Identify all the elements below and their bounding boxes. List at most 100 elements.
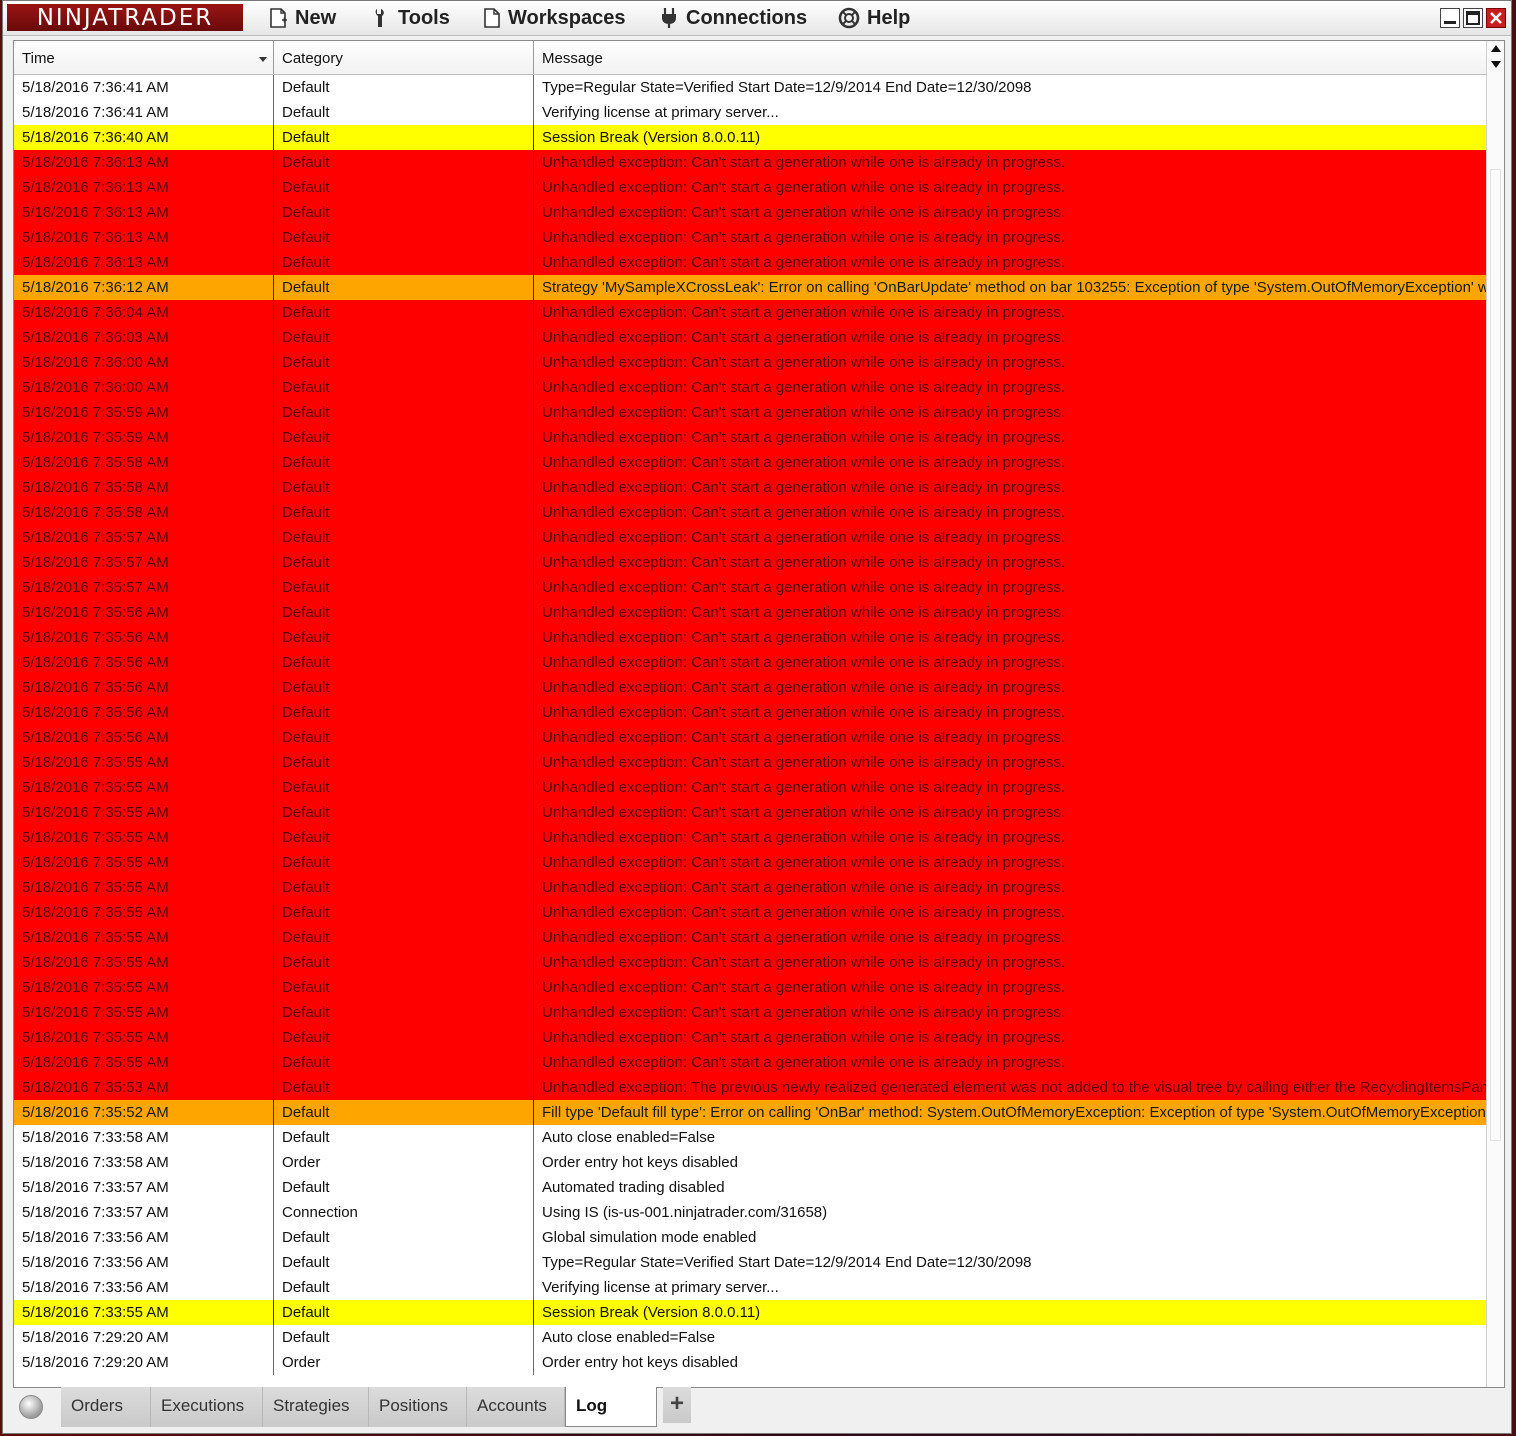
tab-strategies[interactable]: Strategies: [263, 1387, 369, 1427]
log-row[interactable]: 5/18/2016 7:36:00 AM Default Unhandled exc…: [14, 375, 1488, 400]
log-row[interactable]: 5/18/2016 7:35:55 AM Default Unhandled exc…: [14, 775, 1488, 800]
log-row[interactable]: 5/18/2016 7:35:59 AM Default Unhandled exc…: [14, 400, 1488, 425]
log-category-cell: Default: [274, 375, 534, 400]
log-row[interactable]: 5/18/2016 7:35:57 AM Default Unhandled exc…: [14, 550, 1488, 575]
log-category-cell: Default: [274, 575, 534, 600]
menu-workspaces[interactable]: Workspaces: [483, 1, 625, 35]
ninjatrader-logo: NINJATRADER: [7, 4, 243, 31]
scroll-down-icon[interactable]: [1491, 61, 1501, 68]
log-category-cell: Default: [274, 400, 534, 425]
log-row[interactable]: 5/18/2016 7:35:55 AM Default Unhandled exc…: [14, 850, 1488, 875]
tab-orders[interactable]: Orders: [61, 1387, 151, 1427]
log-row[interactable]: 5/18/2016 7:35:55 AM Default Unhandled exc…: [14, 800, 1488, 825]
log-category-cell: Default: [274, 1225, 534, 1250]
document-icon: [483, 7, 501, 29]
log-row[interactable]: 5/18/2016 7:36:41 AM Default Type=Regular …: [14, 75, 1488, 100]
log-message-cell: Unhandled exception: Can't start a gener…: [542, 754, 1066, 771]
column-header-time[interactable]: Time: [14, 41, 274, 74]
menu-tools[interactable]: Tools: [371, 1, 450, 35]
log-row[interactable]: 5/18/2016 7:33:56 AM Default Verifying lic…: [14, 1275, 1488, 1300]
log-time-cell: 5/18/2016 7:35:58 AM: [14, 475, 274, 500]
log-row[interactable]: 5/18/2016 7:35:59 AM Default Unhandled exc…: [14, 425, 1488, 450]
log-row[interactable]: 5/18/2016 7:36:12 AM Default Strategy 'MyS…: [14, 275, 1488, 300]
log-time-cell: 5/18/2016 7:35:52 AM: [14, 1100, 274, 1125]
log-row[interactable]: 5/18/2016 7:35:58 AM Default Unhandled exc…: [14, 450, 1488, 475]
log-row[interactable]: 5/18/2016 7:35:58 AM Default Unhandled exc…: [14, 475, 1488, 500]
log-row[interactable]: 5/18/2016 7:33:58 AM Order Order entry hot…: [14, 1150, 1488, 1175]
menu-connections[interactable]: Connections: [659, 1, 807, 35]
log-row[interactable]: 5/18/2016 7:33:58 AM Default Auto close en…: [14, 1125, 1488, 1150]
log-row[interactable]: 5/18/2016 7:36:04 AM Default Unhandled exc…: [14, 300, 1488, 325]
log-row[interactable]: 5/18/2016 7:33:56 AM Default Global simula…: [14, 1225, 1488, 1250]
log-message-cell: Unhandled exception: Can't start a gener…: [542, 704, 1066, 721]
menu-help[interactable]: Help: [838, 1, 910, 35]
log-row[interactable]: 5/18/2016 7:36:13 AM Default Unhandled exc…: [14, 175, 1488, 200]
log-message-cell: Unhandled exception: Can't start a gener…: [542, 404, 1066, 421]
log-row[interactable]: 5/18/2016 7:33:56 AM Default Type=Regular …: [14, 1250, 1488, 1275]
log-row[interactable]: 5/18/2016 7:36:03 AM Default Unhandled exc…: [14, 325, 1488, 350]
log-row[interactable]: 5/18/2016 7:35:55 AM Default Unhandled exc…: [14, 825, 1488, 850]
log-category-cell: Default: [274, 1075, 534, 1100]
log-category-cell: Default: [274, 925, 534, 950]
log-rows: 5/18/2016 7:36:41 AM Default Type=Regular …: [14, 75, 1488, 1375]
log-category-cell: Order: [274, 1350, 534, 1375]
log-row[interactable]: 5/18/2016 7:36:13 AM Default Unhandled exc…: [14, 225, 1488, 250]
scroll-up-icon[interactable]: [1491, 45, 1501, 52]
log-row[interactable]: 5/18/2016 7:35:55 AM Default Unhandled exc…: [14, 975, 1488, 1000]
log-row[interactable]: 5/18/2016 7:35:55 AM Default Unhandled exc…: [14, 900, 1488, 925]
log-category-cell: Default: [274, 525, 534, 550]
log-row[interactable]: 5/18/2016 7:35:56 AM Default Unhandled exc…: [14, 675, 1488, 700]
add-tab-button[interactable]: +: [663, 1387, 691, 1423]
log-row[interactable]: 5/18/2016 7:35:56 AM Default Unhandled exc…: [14, 625, 1488, 650]
log-message-cell: Type=Regular State=Verified Start Date=1…: [542, 1254, 1032, 1271]
menu-new[interactable]: New: [268, 1, 336, 35]
column-header-message[interactable]: Message: [534, 41, 1488, 74]
log-row[interactable]: 5/18/2016 7:35:55 AM Default Unhandled exc…: [14, 875, 1488, 900]
log-row[interactable]: 5/18/2016 7:29:20 AM Default Auto close en…: [14, 1325, 1488, 1350]
log-row[interactable]: 5/18/2016 7:35:58 AM Default Unhandled exc…: [14, 500, 1488, 525]
log-time-cell: 5/18/2016 7:35:55 AM: [14, 1000, 274, 1025]
log-row[interactable]: 5/18/2016 7:35:55 AM Default Unhandled exc…: [14, 925, 1488, 950]
log-row[interactable]: 5/18/2016 7:36:13 AM Default Unhandled exc…: [14, 200, 1488, 225]
log-row[interactable]: 5/18/2016 7:36:13 AM Default Unhandled exc…: [14, 250, 1488, 275]
log-row[interactable]: 5/18/2016 7:35:57 AM Default Unhandled exc…: [14, 575, 1488, 600]
log-row[interactable]: 5/18/2016 7:33:57 AM Default Automated tra…: [14, 1175, 1488, 1200]
log-row[interactable]: 5/18/2016 7:35:56 AM Default Unhandled exc…: [14, 700, 1488, 725]
log-row[interactable]: 5/18/2016 7:35:55 AM Default Unhandled exc…: [14, 1000, 1488, 1025]
tab-positions[interactable]: Positions: [369, 1387, 467, 1427]
log-row[interactable]: 5/18/2016 7:35:53 AM Default Unhandled exc…: [14, 1075, 1488, 1100]
log-row[interactable]: 5/18/2016 7:36:00 AM Default Unhandled exc…: [14, 350, 1488, 375]
log-message-cell: Unhandled exception: Can't start a gener…: [542, 454, 1066, 471]
minimize-button[interactable]: [1440, 8, 1460, 28]
log-row[interactable]: 5/18/2016 7:35:55 AM Default Unhandled exc…: [14, 1050, 1488, 1075]
log-row[interactable]: 5/18/2016 7:35:56 AM Default Unhandled exc…: [14, 650, 1488, 675]
control-center-window: NINJATRADER New Tools Workspaces Connect…: [2, 0, 1512, 1434]
log-row[interactable]: 5/18/2016 7:33:55 AM Default Session Break…: [14, 1300, 1488, 1325]
log-row[interactable]: 5/18/2016 7:29:20 AM Order Order entry hot…: [14, 1350, 1488, 1375]
log-row[interactable]: 5/18/2016 7:35:57 AM Default Unhandled exc…: [14, 525, 1488, 550]
log-row[interactable]: 5/18/2016 7:36:13 AM Default Unhandled exc…: [14, 150, 1488, 175]
close-button[interactable]: [1486, 8, 1506, 28]
log-time-cell: 5/18/2016 7:35:55 AM: [14, 925, 274, 950]
log-row[interactable]: 5/18/2016 7:36:40 AM Default Session Break…: [14, 125, 1488, 150]
log-row[interactable]: 5/18/2016 7:36:41 AM Default Verifying lic…: [14, 100, 1488, 125]
tab-log[interactable]: Log: [565, 1387, 657, 1427]
log-message-cell: Unhandled exception: Can't start a gener…: [542, 204, 1066, 221]
column-header-category[interactable]: Category: [274, 41, 534, 74]
log-row[interactable]: 5/18/2016 7:33:57 AM Connection Using IS (…: [14, 1200, 1488, 1225]
log-category-cell: Default: [274, 1275, 534, 1300]
log-row[interactable]: 5/18/2016 7:35:55 AM Default Unhandled exc…: [14, 750, 1488, 775]
log-row[interactable]: 5/18/2016 7:35:56 AM Default Unhandled exc…: [14, 600, 1488, 625]
log-row[interactable]: 5/18/2016 7:35:52 AM Default Fill type 'De…: [14, 1100, 1488, 1125]
log-row[interactable]: 5/18/2016 7:35:56 AM Default Unhandled exc…: [14, 725, 1488, 750]
log-row[interactable]: 5/18/2016 7:35:55 AM Default Unhandled exc…: [14, 1025, 1488, 1050]
tab-executions[interactable]: Executions: [151, 1387, 263, 1427]
vertical-scrollbar[interactable]: [1486, 41, 1504, 1387]
menu-new-label: New: [295, 6, 337, 29]
log-row[interactable]: 5/18/2016 7:35:55 AM Default Unhandled exc…: [14, 950, 1488, 975]
maximize-button[interactable]: [1463, 8, 1483, 28]
tab-accounts[interactable]: Accounts: [467, 1387, 565, 1427]
column-header-category-label: Category: [282, 50, 343, 67]
scrollbar-thumb[interactable]: [1490, 169, 1501, 1141]
log-message-cell: Order entry hot keys disabled: [542, 1154, 738, 1171]
